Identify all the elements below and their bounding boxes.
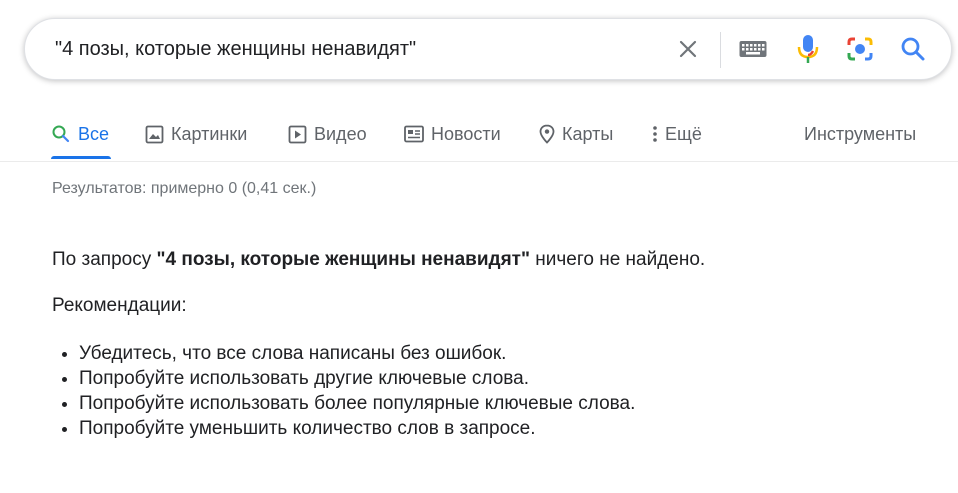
tab-label: Картинки [171,123,248,144]
search-tabs: Все Картинки Видео Новости Карты Ещё Инс… [0,110,958,162]
image-search-button[interactable] [843,19,877,79]
keyboard-button[interactable] [737,19,769,79]
search-input[interactable]: "4 позы, которые женщины ненавидят" [55,19,416,79]
search-icon [901,37,925,61]
tab-video[interactable]: Видео [288,110,367,158]
newspaper-icon [404,125,424,143]
search-button[interactable] [897,19,929,79]
tab-news[interactable]: Новости [404,110,501,158]
microphone-icon [797,35,819,63]
list-item: Попробуйте уменьшить количество слов в з… [79,416,635,441]
image-icon [145,125,164,143]
result-stats: Результатов: примерно 0 (0,41 сек.) [52,180,317,197]
keyboard-icon [739,41,767,57]
list-item: Попробуйте использовать другие ключевые … [79,366,635,391]
tab-label: Все [78,123,110,144]
recommendations-list: Убедитесь, что все слова написаны без ош… [52,341,635,441]
search-box[interactable]: "4 позы, которые женщины ненавидят" [24,18,952,80]
search-icon [52,125,70,143]
list-item: Попробуйте использовать более популярные… [79,391,635,416]
tab-label: Ещё [665,123,702,144]
tab-maps[interactable]: Карты [539,110,613,158]
no-results-query: "4 позы, которые женщины ненавидят" [156,249,530,270]
camera-lens-icon [847,37,873,61]
no-results-suffix: ничего не найдено. [530,249,706,270]
active-tab-indicator [51,156,111,159]
close-icon [679,40,697,58]
recommendations-title: Рекомендации: [52,295,187,316]
more-vertical-icon [653,126,657,142]
voice-search-button[interactable] [793,19,823,79]
tab-label: Новости [431,123,501,144]
searchbox-divider [720,32,721,68]
tab-label: Видео [314,123,367,144]
tools-button[interactable]: Инструменты [804,110,916,158]
tab-images[interactable]: Картинки [145,110,247,158]
tab-label: Карты [562,123,614,144]
no-results-message: По запросу "4 позы, которые женщины нена… [52,249,705,271]
clear-button[interactable] [673,19,703,79]
tools-label: Инструменты [804,123,917,144]
play-icon [288,125,307,143]
tabs-divider [0,161,958,162]
list-item: Убедитесь, что все слова написаны без ош… [79,341,635,366]
tab-all[interactable]: Все [51,110,109,158]
map-pin-icon [539,124,555,144]
no-results-prefix: По запросу [52,249,157,270]
tab-more[interactable]: Ещё [652,110,702,158]
